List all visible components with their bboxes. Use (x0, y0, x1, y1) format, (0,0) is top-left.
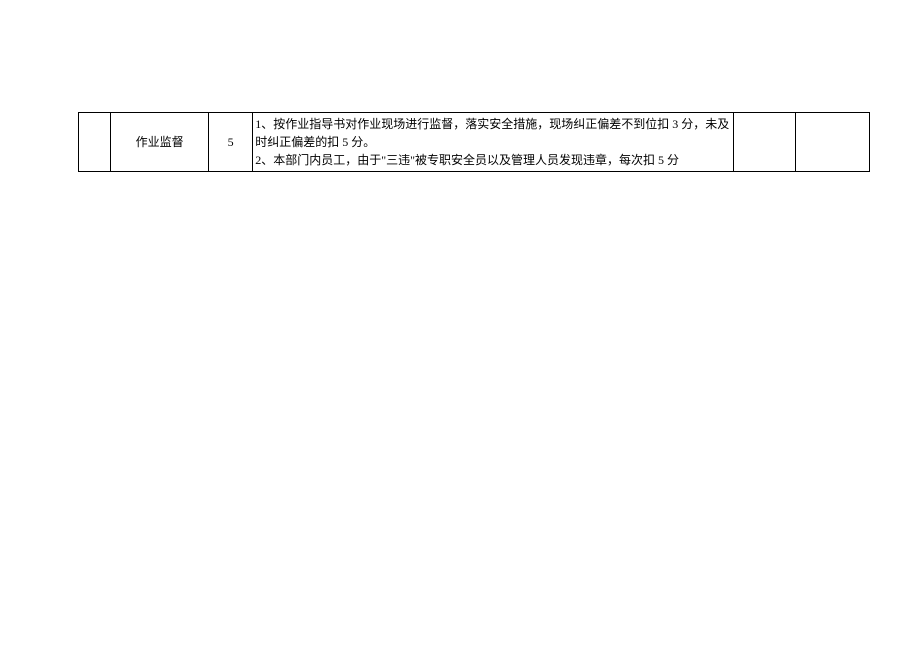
cell-category: 作业监督 (111, 113, 209, 172)
cell-blank-2 (795, 113, 869, 172)
cell-index (79, 113, 111, 172)
table-wrapper: 作业监督 5 1、按作业指导书对作业现场进行监督，落实安全措施，现场纠正偏差不到… (78, 112, 870, 172)
cell-blank-1 (733, 113, 795, 172)
cell-description: 1、按作业指导书对作业现场进行监督，落实安全措施，现场纠正偏差不到位扣 3 分，… (253, 113, 734, 172)
document-page: 作业监督 5 1、按作业指导书对作业现场进行监督，落实安全措施，现场纠正偏差不到… (0, 0, 920, 651)
table-row: 作业监督 5 1、按作业指导书对作业现场进行监督，落实安全措施，现场纠正偏差不到… (79, 113, 870, 172)
cell-score: 5 (209, 113, 253, 172)
assessment-table: 作业监督 5 1、按作业指导书对作业现场进行监督，落实安全措施，现场纠正偏差不到… (78, 112, 870, 172)
